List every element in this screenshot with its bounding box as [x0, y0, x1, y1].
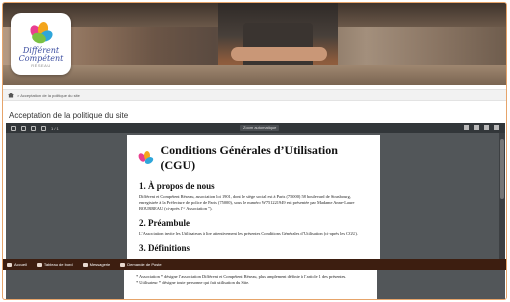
- presentation-icon[interactable]: [464, 125, 469, 130]
- zoom-select[interactable]: Zoom automatique: [240, 125, 280, 131]
- nav-label: Tableau de bord: [43, 262, 73, 267]
- definition-item: * Utilisateur * désigne toute personne q…: [136, 280, 250, 285]
- home-icon[interactable]: [8, 92, 14, 98]
- page-title: Acceptation de la politique du site: [9, 111, 129, 120]
- section-body: L’Association invite les Utilisateurs à …: [139, 231, 358, 236]
- logo-line-2: Compétent: [18, 53, 64, 63]
- pdf-viewer-continued: * Association * désigne l’association Di…: [6, 270, 505, 299]
- nav-label: Accueil: [14, 262, 27, 267]
- section-heading: 3. Définitions: [139, 243, 191, 253]
- header-banner: Différent Compétent RÉSEAU: [3, 3, 506, 85]
- nav-item-dashboard[interactable]: Tableau de bord: [36, 262, 73, 267]
- doc-logo-icon: [137, 151, 155, 166]
- nav-item-messages[interactable]: Messagerie: [82, 262, 111, 267]
- section-heading: 2. Préambule: [139, 218, 190, 228]
- doc-title: Conditions Générales d’Utilisation (CGU): [160, 143, 338, 172]
- sidebar-toggle-icon[interactable]: [11, 125, 16, 131]
- breadcrumb-text[interactable]: > Acceptation de la politique du site: [17, 93, 80, 98]
- pdf-toolbar: 1 / 1 Zoom automatique: [6, 123, 505, 133]
- dashboard-icon: [36, 262, 42, 267]
- bottom-nav: Accueil Tableau de bord Messagerie Deman…: [3, 259, 506, 270]
- pdf-page-continued: * Association * désigne l’association Di…: [124, 270, 377, 299]
- nav-label: Demande de Poste: [127, 262, 162, 267]
- nav-label: Messagerie: [89, 262, 111, 267]
- breadcrumb: > Acceptation de la politique du site: [3, 89, 506, 101]
- logo-mark-icon: [28, 20, 55, 45]
- doc-header: Conditions Générales d’Utilisation (CGU): [137, 143, 368, 173]
- page-indicator[interactable]: 1 / 1: [51, 126, 59, 131]
- banner-bench: [3, 65, 506, 85]
- next-page-icon[interactable]: [41, 125, 46, 131]
- site-logo[interactable]: Différent Compétent RÉSEAU: [11, 13, 71, 75]
- banner-arms: [231, 47, 327, 61]
- section-heading: 1. À propos de nous: [139, 181, 215, 191]
- more-tools-icon[interactable]: [494, 125, 499, 130]
- search-icon[interactable]: [21, 125, 26, 131]
- request-icon: [120, 262, 126, 267]
- home-icon: [7, 262, 12, 267]
- download-icon[interactable]: [484, 125, 489, 130]
- app-frame: Différent Compétent RÉSEAU > Acceptation…: [2, 2, 507, 300]
- nav-item-home[interactable]: Accueil: [7, 262, 27, 267]
- mail-icon: [82, 262, 88, 267]
- print-icon[interactable]: [474, 125, 479, 130]
- section-body: Différent et Compétent Réseau, associati…: [139, 194, 355, 211]
- previous-page-icon[interactable]: [31, 125, 36, 131]
- logo-line-3: RÉSEAU: [31, 62, 51, 68]
- scrollbar-thumb[interactable]: [500, 139, 504, 199]
- nav-item-request[interactable]: Demande de Poste: [120, 262, 162, 267]
